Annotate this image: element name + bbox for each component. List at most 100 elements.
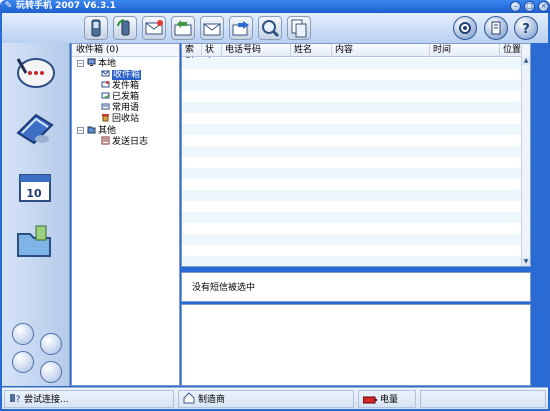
toolbar: ? xyxy=(2,13,548,43)
tree-header: 收件箱 (0) xyxy=(72,44,179,57)
copy-button[interactable] xyxy=(287,16,311,40)
table-row[interactable] xyxy=(182,245,522,256)
trash-icon xyxy=(101,113,110,122)
send-button[interactable] xyxy=(229,16,253,40)
home-icon xyxy=(183,392,195,411)
nav-contacts[interactable] xyxy=(12,105,58,151)
svg-text:10: 10 xyxy=(26,187,42,200)
log-icon xyxy=(101,136,110,145)
message-detail[interactable] xyxy=(181,304,531,386)
table-row[interactable] xyxy=(182,190,522,201)
tree-item-sent-label: 已发箱 xyxy=(112,92,140,102)
vertical-scrollbar[interactable]: ▲ ▼ xyxy=(521,44,530,266)
reply-button[interactable] xyxy=(171,16,195,40)
mini-action-4[interactable] xyxy=(40,361,62,383)
reply-icon xyxy=(174,20,192,36)
inbox-icon xyxy=(101,69,110,78)
mini-action-2[interactable] xyxy=(40,333,62,355)
table-row[interactable] xyxy=(182,256,522,266)
notes-icon xyxy=(491,21,501,35)
refresh-phone-button[interactable] xyxy=(113,16,137,40)
table-row[interactable] xyxy=(182,80,522,91)
contacts-icon xyxy=(16,113,54,145)
tree-item-send-log-label: 发送日志 xyxy=(112,137,149,147)
help-question-icon: ? xyxy=(9,392,21,411)
col-status[interactable]: 状态 xyxy=(202,44,222,68)
mini-action-3[interactable] xyxy=(12,351,34,373)
mini-action-1[interactable] xyxy=(12,323,34,345)
message-list: 索引 状态 电话号码 姓名 内容 时间 位置 ▲ ▼ xyxy=(181,43,531,267)
tree-node-other[interactable]: 其他 xyxy=(87,125,116,136)
table-row[interactable] xyxy=(182,91,522,102)
help-button[interactable]: ? xyxy=(514,16,538,40)
scroll-down-icon[interactable]: ▼ xyxy=(522,258,530,266)
scroll-up-icon[interactable]: ▲ xyxy=(522,57,530,65)
expand-other-toggle[interactable]: − xyxy=(77,127,84,134)
title-bar[interactable]: ✎ 玩转手机 2007 V6.3.1 – □ × xyxy=(0,0,550,13)
files-icon xyxy=(17,225,51,257)
computer-icon xyxy=(87,58,96,67)
table-row[interactable] xyxy=(182,58,522,69)
sent-icon xyxy=(101,91,110,100)
tree-node-local[interactable]: 本地 xyxy=(87,58,116,69)
messages-icon xyxy=(16,58,55,88)
table-row[interactable] xyxy=(182,234,522,245)
tree-node-other-label: 其他 xyxy=(98,126,117,136)
table-row[interactable] xyxy=(182,102,522,113)
table-row[interactable] xyxy=(182,168,522,179)
tree-item-inbox[interactable]: 收件箱 xyxy=(101,69,142,80)
folder-tree: 收件箱 (0) − 本地 收件箱 发件箱 已发箱 常用语 回收站 − 其他 发送… xyxy=(71,43,180,386)
col-index[interactable]: 索引 xyxy=(182,44,202,68)
tree-item-sent[interactable]: 已发箱 xyxy=(101,91,139,102)
settings-button[interactable] xyxy=(453,16,477,40)
col-location[interactable]: 位置 xyxy=(500,44,522,57)
table-row[interactable] xyxy=(182,201,522,212)
tree-node-local-label: 本地 xyxy=(98,59,117,69)
minimize-button[interactable]: – xyxy=(510,1,521,12)
tree-item-outbox[interactable]: 发件箱 xyxy=(101,80,139,91)
search-button[interactable] xyxy=(258,16,282,40)
col-content[interactable]: 内容 xyxy=(332,44,430,57)
table-row[interactable] xyxy=(182,212,522,223)
preview-text: 没有短信被选中 xyxy=(192,283,256,293)
expand-local-toggle[interactable]: − xyxy=(77,60,84,67)
new-message-icon xyxy=(145,20,163,35)
status-manufacturer-text: 制造商 xyxy=(198,395,226,405)
tree-item-trash[interactable]: 回收站 xyxy=(101,113,139,124)
status-connection-text: 尝试连接... xyxy=(24,395,69,405)
nav-calendar[interactable]: 10 xyxy=(12,165,58,211)
app-logo-icon: ✎ xyxy=(4,1,13,11)
phone-button[interactable] xyxy=(84,16,108,40)
svg-text:?: ? xyxy=(16,395,21,404)
left-nav-panel: 10 xyxy=(2,43,70,386)
help-icon: ? xyxy=(522,22,530,37)
col-phone[interactable]: 电话号码 xyxy=(222,44,291,57)
table-row[interactable] xyxy=(182,146,522,157)
close-button[interactable]: × xyxy=(538,1,549,12)
receive-button[interactable] xyxy=(200,16,224,40)
new-message-button[interactable] xyxy=(142,16,166,40)
table-row[interactable] xyxy=(182,113,522,124)
status-manufacturer: 制造商 xyxy=(178,390,354,408)
table-row[interactable] xyxy=(182,179,522,190)
message-preview: 没有短信被选中 xyxy=(181,272,531,302)
notes-button[interactable] xyxy=(484,16,508,40)
tree-item-trash-label: 回收站 xyxy=(112,114,140,124)
table-row[interactable] xyxy=(182,124,522,135)
settings-icon xyxy=(459,22,471,34)
tree-item-send-log[interactable]: 发送日志 xyxy=(101,136,148,147)
col-name[interactable]: 姓名 xyxy=(291,44,332,57)
tree-item-outbox-label: 发件箱 xyxy=(112,81,140,91)
tree-item-inbox-label: 收件箱 xyxy=(112,70,142,80)
col-time[interactable]: 时间 xyxy=(430,44,500,57)
phrases-icon xyxy=(101,102,110,111)
nav-files[interactable] xyxy=(12,218,58,264)
nav-messages[interactable] xyxy=(12,51,58,97)
tree-item-phrases[interactable]: 常用语 xyxy=(101,102,139,113)
status-battery-text: 电量 xyxy=(380,395,399,405)
table-row[interactable] xyxy=(182,69,522,80)
table-row[interactable] xyxy=(182,223,522,234)
table-row[interactable] xyxy=(182,157,522,168)
table-row[interactable] xyxy=(182,135,522,146)
restore-button[interactable]: □ xyxy=(524,1,535,12)
